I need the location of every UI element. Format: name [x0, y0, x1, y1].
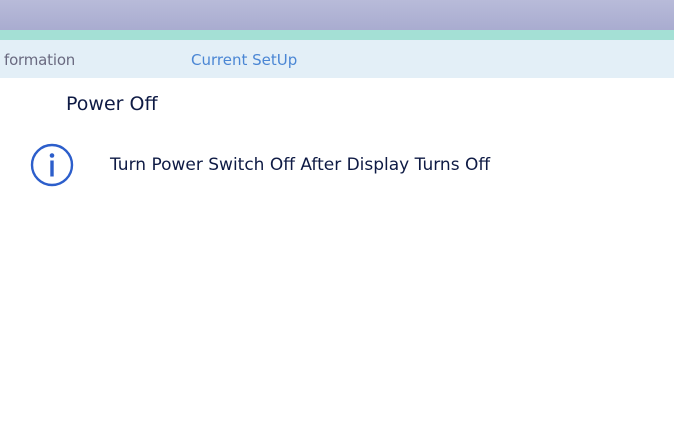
main-panel: Power Off Turn Power Switch Off After Di… — [0, 78, 674, 432]
page-title: Power Off — [66, 93, 158, 115]
tab-current-setup[interactable]: Current SetUp — [191, 51, 297, 69]
info-icon — [30, 143, 74, 187]
tab-bar: formation Current SetUp — [0, 40, 674, 78]
title-bar — [0, 0, 674, 30]
tab-information[interactable]: formation — [4, 51, 75, 69]
info-message: Turn Power Switch Off After Display Turn… — [110, 155, 491, 175]
accent-strip — [0, 30, 674, 40]
